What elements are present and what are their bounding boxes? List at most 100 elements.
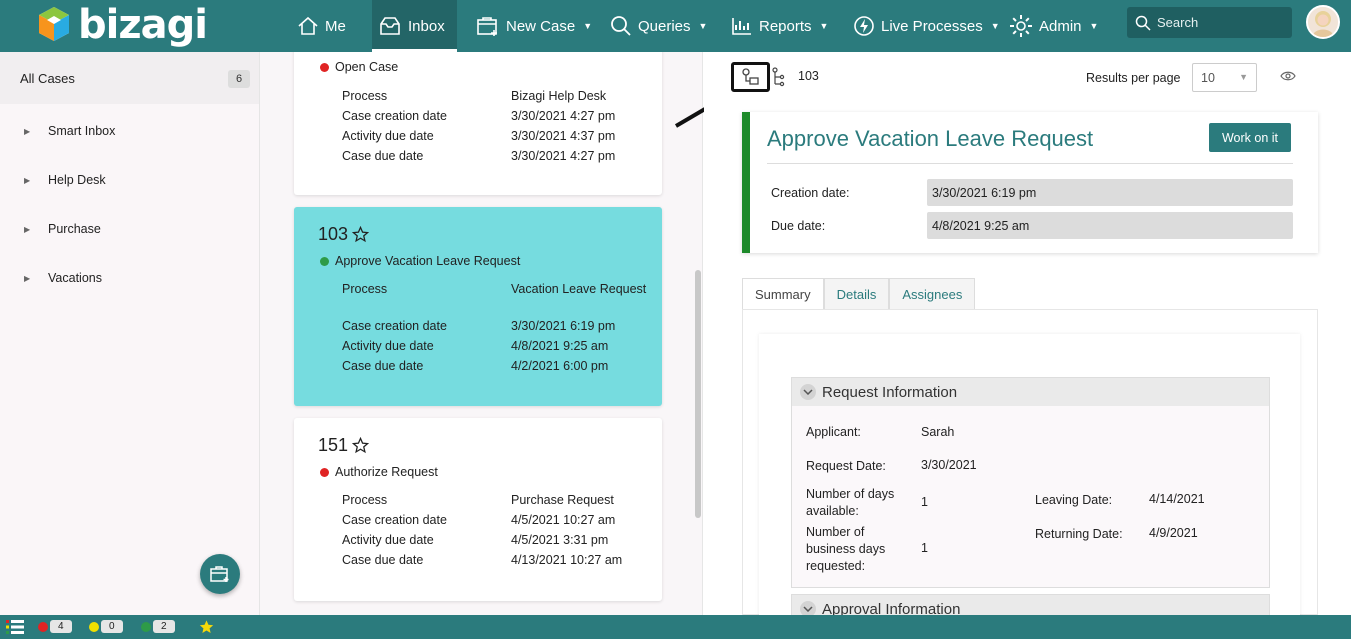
chevron-down-icon: ▼ xyxy=(1089,21,1099,31)
nav-admin[interactable]: Admin ▼ xyxy=(1009,0,1098,52)
field-value: 3/30/2021 4:27 pm xyxy=(511,149,616,163)
star-outline-icon[interactable] xyxy=(352,437,370,454)
case-list: Open Case Process Bizagi Help Desk Case … xyxy=(260,52,703,615)
nav-me[interactable]: Me xyxy=(297,0,346,52)
all-cases-item[interactable]: All Cases 6 xyxy=(0,52,259,104)
days-available-label: Number of days available: xyxy=(806,487,895,518)
expand-arrow-icon[interactable]: ▶ xyxy=(0,274,48,283)
field-value: Vacation Leave Request xyxy=(511,282,647,296)
activity-title: Approve Vacation Leave Request xyxy=(767,126,1094,151)
eye-icon[interactable] xyxy=(1280,70,1296,85)
expand-arrow-icon[interactable]: ▶ xyxy=(0,225,48,234)
nav-inbox[interactable]: Inbox xyxy=(372,0,457,52)
nav-queries[interactable]: Queries ▼ xyxy=(610,0,707,52)
field-value: 4/2/2021 6:00 pm xyxy=(511,359,609,373)
status-dot-red xyxy=(320,467,329,477)
bizagi-logo-icon xyxy=(39,7,69,41)
creation-date-value: 3/30/2021 6:19 pm xyxy=(927,179,1293,206)
at-risk-count: 0 xyxy=(101,620,123,633)
eye-glyph xyxy=(1280,71,1296,81)
case-card[interactable]: 151 Authorize Request Process Purchase R… xyxy=(294,418,662,601)
field-label: Activity due date xyxy=(342,129,434,143)
nav-live-processes[interactable]: Live Processes ▼ xyxy=(853,0,1000,52)
creation-date-label: Creation date: xyxy=(771,186,850,200)
field-label: Case creation date xyxy=(342,513,447,527)
all-cases-label: All Cases xyxy=(20,70,75,86)
bizagi-logo[interactable]: bizagi xyxy=(36,2,208,48)
request-date-label: Request Date: xyxy=(806,459,886,473)
case-number: 103 xyxy=(318,224,370,245)
activity-label: Open Case xyxy=(335,60,399,74)
sidebar: All Cases 6 ▶ Smart Inbox ▶ Help Desk ▶ … xyxy=(0,52,260,615)
tab-assignees[interactable]: Assignees xyxy=(889,278,976,310)
hierarchy-icon[interactable] xyxy=(768,66,786,88)
menu-list-icon[interactable] xyxy=(6,619,24,638)
live-processes-icon xyxy=(854,16,874,36)
expand-arrow-icon[interactable]: ▶ xyxy=(0,176,48,185)
home-icon xyxy=(298,16,318,35)
case-card[interactable]: Open Case Process Bizagi Help Desk Case … xyxy=(294,52,662,195)
chevron-down-icon: ▼ xyxy=(698,21,708,31)
expand-arrow-icon[interactable]: ▶ xyxy=(0,127,48,136)
new-case-fab-button[interactable] xyxy=(200,554,240,594)
work-on-it-button[interactable]: Work on it xyxy=(1209,123,1291,152)
all-cases-count-badge: 6 xyxy=(228,70,250,88)
chevron-down-icon: ▼ xyxy=(583,21,593,31)
favorites-star[interactable] xyxy=(198,619,215,635)
nav-admin-label: Admin xyxy=(1039,17,1082,35)
case-card-selected[interactable]: 103 Approve Vacation Leave Request Proce… xyxy=(294,207,662,406)
summary-panel: Request Information Applicant: Sarah Req… xyxy=(742,309,1318,624)
brand-name: bizagi xyxy=(78,2,208,48)
chevron-down-icon: ▼ xyxy=(990,21,1000,31)
status-dot-red xyxy=(320,62,329,72)
results-per-page-value: 10 xyxy=(1201,70,1215,85)
results-per-page-select[interactable]: 10 ▼ xyxy=(1192,63,1257,92)
search-icon xyxy=(611,16,631,36)
at-risk-counter[interactable]: 0 xyxy=(89,620,123,633)
avatar-image xyxy=(1308,7,1338,37)
sidebar-item-vacations[interactable]: ▶ Vacations xyxy=(0,263,259,293)
briefcase-plus-icon xyxy=(210,566,229,582)
due-date-label: Due date: xyxy=(771,219,826,233)
nav-new-case[interactable]: New Case ▼ xyxy=(476,0,592,52)
field-label: Process xyxy=(342,493,388,507)
applicant-label: Applicant: xyxy=(806,425,861,439)
returning-date-label: Returning Date: xyxy=(1035,527,1123,541)
star-outline-icon[interactable] xyxy=(352,226,370,243)
results-per-page-label: Results per page xyxy=(1086,71,1181,85)
sidebar-item-purchase[interactable]: ▶ Purchase xyxy=(0,214,259,244)
overdue-counter[interactable]: 4 xyxy=(38,620,72,633)
field-label: Process xyxy=(342,282,388,296)
nav-new-case-label: New Case xyxy=(506,17,576,35)
search-box[interactable] xyxy=(1127,7,1292,38)
tab-summary[interactable]: Summary xyxy=(742,278,824,310)
sidebar-item-smart-inbox[interactable]: ▶ Smart Inbox xyxy=(0,116,259,146)
field-value: 3/30/2021 4:27 pm xyxy=(511,109,616,123)
chevron-down-icon: ▼ xyxy=(1239,72,1248,82)
sidebar-item-label: Vacations xyxy=(48,271,102,285)
on-time-counter[interactable]: 2 xyxy=(141,620,175,633)
menu-list-glyph xyxy=(6,620,24,634)
activity-summary-card: Approve Vacation Leave Request Work on i… xyxy=(742,112,1318,253)
field-label: Activity due date xyxy=(342,339,434,353)
sidebar-item-label: Smart Inbox xyxy=(48,124,116,138)
chevron-down-icon[interactable] xyxy=(800,384,816,400)
tab-details[interactable]: Details xyxy=(823,278,890,310)
gear-icon xyxy=(1010,15,1032,37)
nav-reports[interactable]: Reports ▼ xyxy=(731,0,828,52)
search-input[interactable] xyxy=(1157,15,1277,30)
section-header[interactable]: Request Information xyxy=(792,378,1269,406)
status-dot-red xyxy=(38,621,48,632)
case-activity: Open Case xyxy=(320,60,398,74)
activity-label: Authorize Request xyxy=(335,465,438,479)
nav-live-processes-label: Live Processes xyxy=(881,17,983,35)
user-avatar[interactable] xyxy=(1306,5,1340,39)
sidebar-item-help-desk[interactable]: ▶ Help Desk xyxy=(0,165,259,195)
field-value: Bizagi Help Desk xyxy=(511,89,607,103)
star-filled-icon xyxy=(199,620,214,633)
chevron-down-icon: ▼ xyxy=(819,21,829,31)
divider xyxy=(767,163,1293,164)
case-list-scrollbar[interactable] xyxy=(695,270,701,518)
leaving-date-value: 4/14/2021 xyxy=(1149,492,1205,506)
top-bar: bizagi Me Inbox New Case ▼ Queries ▼ Rep… xyxy=(0,0,1351,52)
